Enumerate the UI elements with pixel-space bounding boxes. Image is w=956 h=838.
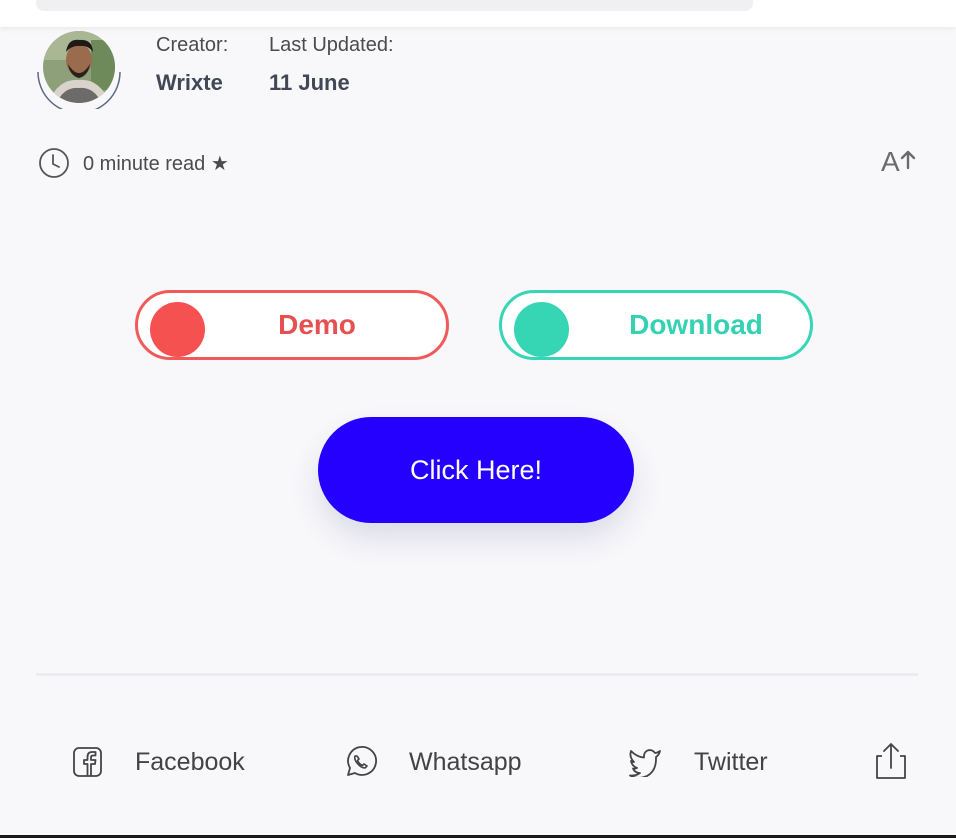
share-button[interactable]: [872, 741, 910, 781]
creator-name[interactable]: Wrixte: [156, 70, 223, 96]
font-size-letter: A: [881, 146, 900, 176]
download-label: Download: [629, 309, 763, 340]
whatsapp-label: Whatsapp: [409, 747, 522, 776]
download-dot: [514, 302, 569, 357]
share-facebook-button[interactable]: Facebook: [70, 740, 245, 784]
top-bar: [0, 0, 956, 27]
facebook-label: Facebook: [135, 747, 245, 776]
font-size-increase-icon: A: [880, 146, 918, 181]
search-bar[interactable]: [36, 0, 753, 11]
last-updated-date: 11 June: [269, 70, 350, 95]
share-whatsapp-button[interactable]: Whatsapp: [343, 740, 522, 784]
font-size-button[interactable]: A: [880, 146, 918, 181]
whatsapp-icon: [343, 745, 377, 779]
divider: [36, 673, 918, 676]
share-twitter-button[interactable]: Twitter: [628, 740, 768, 784]
last-updated-label: Last Updated:: [269, 34, 394, 56]
demo-label: Demo: [278, 309, 356, 340]
clock-icon: [38, 147, 70, 179]
facebook-icon: [70, 745, 104, 779]
read-time: 0 minute read ★: [83, 152, 229, 175]
twitter-icon: [628, 745, 662, 779]
author-avatar[interactable]: [36, 30, 122, 114]
demo-button[interactable]: Demo: [135, 290, 449, 360]
creator-label: Creator:: [156, 34, 229, 56]
share-icon: [872, 743, 910, 785]
read-time-row: 0 minute read ★: [38, 146, 229, 180]
download-button[interactable]: Download: [499, 290, 813, 360]
click-here-button[interactable]: Click Here!: [318, 417, 634, 523]
twitter-label: Twitter: [694, 747, 768, 776]
